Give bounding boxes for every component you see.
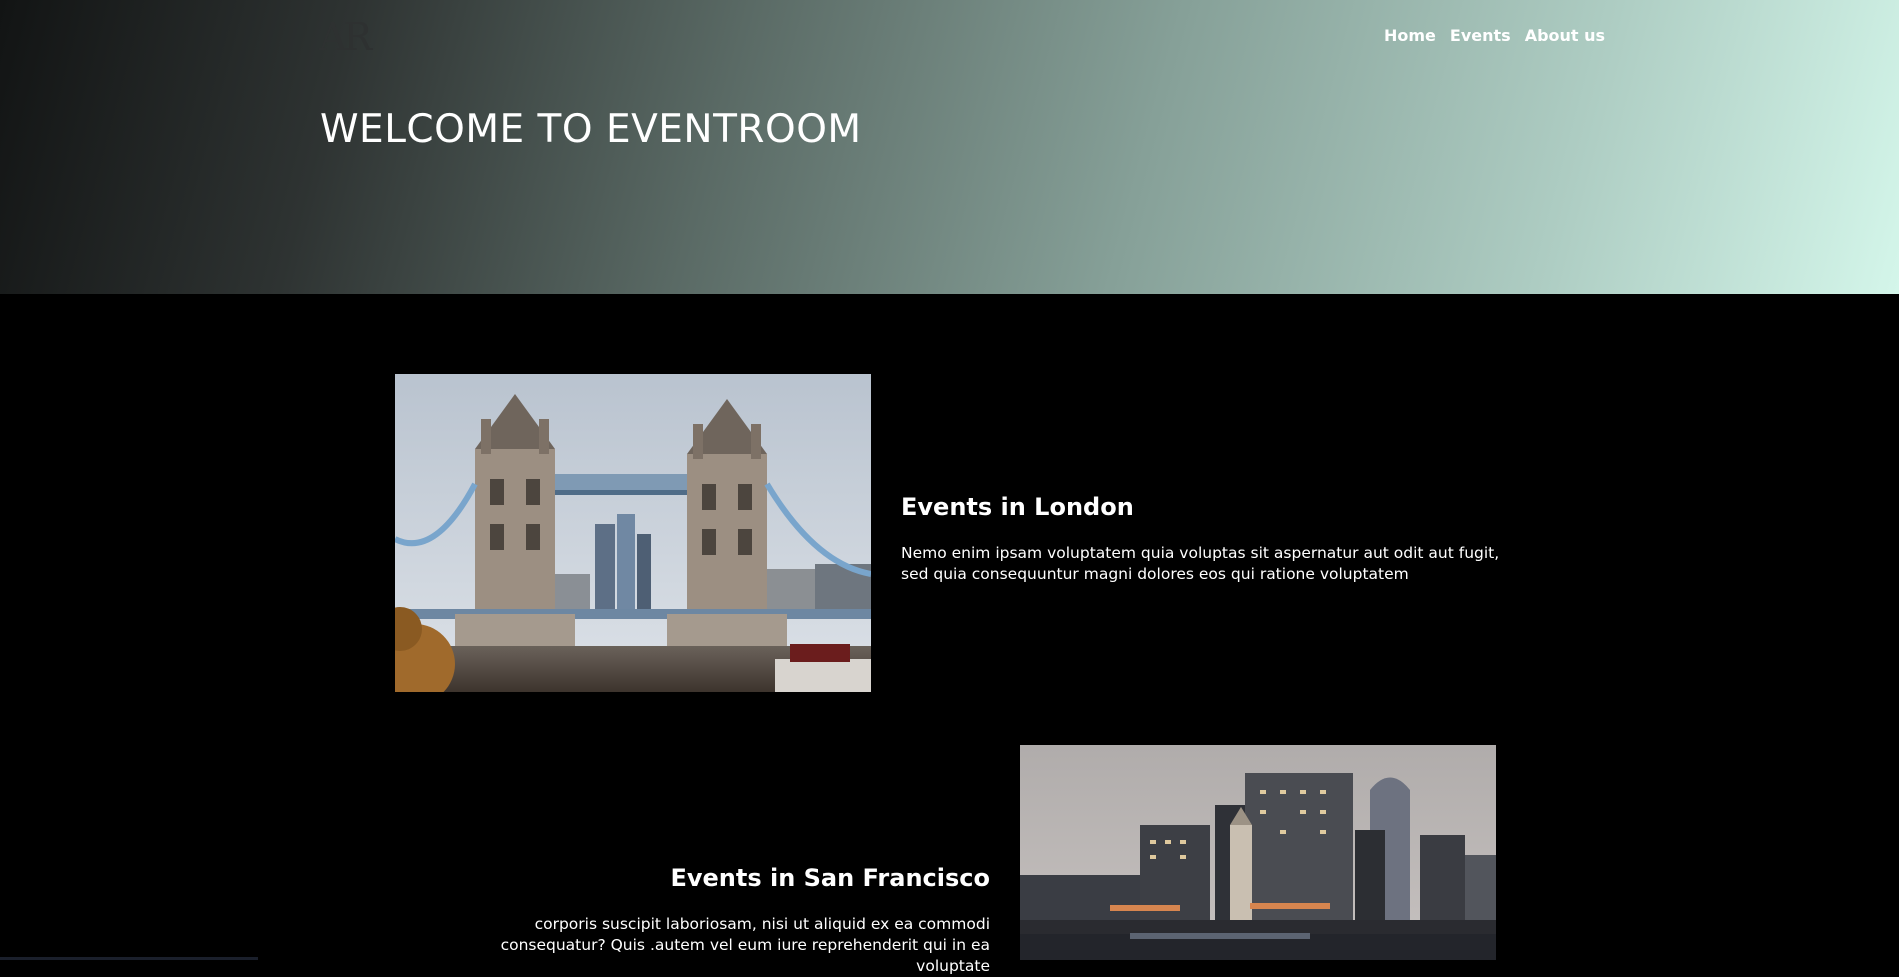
- tower-bridge-photo: [395, 374, 871, 692]
- nav-link-home[interactable]: Home: [1384, 26, 1436, 45]
- logo[interactable]: AR: [319, 15, 369, 59]
- event-description-london: Nemo enim ipsam voluptatem quia voluptas…: [901, 543, 1501, 585]
- nav-link-about-us[interactable]: About us: [1525, 26, 1605, 45]
- event-title-london: Events in London: [901, 493, 1134, 521]
- event-title-san-francisco: Events in San Francisco: [670, 864, 990, 892]
- page-title: WELCOME TO EVENTROOM: [320, 107, 862, 152]
- hero-header: AR Home Events About us WELCOME TO EVENT…: [0, 0, 1899, 294]
- nav-link-events[interactable]: Events: [1450, 26, 1511, 45]
- main-nav: Home Events About us: [1384, 26, 1605, 45]
- san-francisco-skyline-photo: [1020, 745, 1496, 960]
- event-description-san-francisco: corporis suscipit laboriosam, nisi ut al…: [430, 914, 990, 977]
